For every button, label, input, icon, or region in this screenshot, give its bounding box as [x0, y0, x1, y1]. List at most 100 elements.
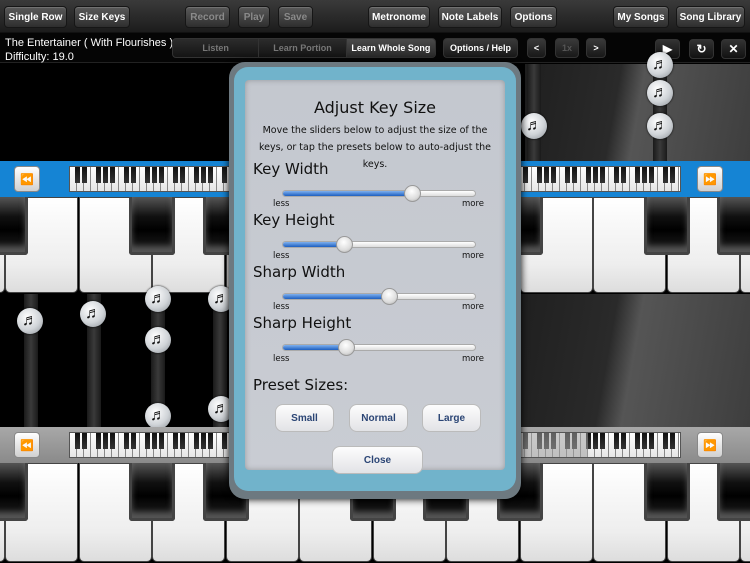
slider-min-label: less: [273, 199, 290, 209]
slider-max-label: more: [462, 251, 485, 261]
record-button[interactable]: Record: [185, 6, 230, 28]
sharp-width-slider[interactable]: [282, 288, 476, 305]
black-key[interactable]: [129, 463, 175, 521]
preset-normal-button[interactable]: Normal: [349, 404, 408, 432]
song-library-button[interactable]: Song Library: [676, 6, 745, 28]
options-button[interactable]: Options: [510, 6, 557, 28]
rewind-icon[interactable]: ⏪: [14, 166, 40, 192]
key-height-label: Key Height: [253, 211, 335, 229]
slider-max-label: more: [462, 354, 485, 364]
mini-black-key: [648, 167, 654, 183]
mini-black-key: [158, 433, 164, 449]
slider-fill: [283, 242, 345, 247]
tab-listen[interactable]: Listen: [173, 39, 260, 57]
preset-small-button[interactable]: Small: [275, 404, 334, 432]
mini-black-key: [634, 167, 640, 183]
tab-learn-portion[interactable]: Learn Portion: [259, 39, 347, 57]
mini-black-key: [102, 433, 108, 449]
mini-black-key: [200, 433, 206, 449]
song-title: The Entertainer ( With Flourishes ): [5, 37, 174, 49]
top-toolbar: Single Row Size Keys Record Play Save Me…: [0, 0, 750, 33]
sharp-height-label: Sharp Height: [253, 314, 352, 332]
mini-black-key: [592, 433, 598, 449]
speed-down-button[interactable]: <: [527, 38, 546, 58]
dialog-body: Adjust Key Size Move the sliders below t…: [245, 80, 505, 474]
mini-black-key: [172, 433, 178, 449]
mini-black-key: [662, 167, 668, 183]
mode-selector: Listen Learn Portion Learn Whole Song: [172, 38, 436, 58]
mini-black-key: [221, 433, 227, 449]
note-labels-button[interactable]: Note Labels: [438, 6, 502, 28]
mini-black-key: [641, 433, 647, 449]
slider-fill: [283, 191, 412, 196]
mini-black-key: [669, 433, 675, 449]
speed-up-button[interactable]: >: [586, 38, 606, 58]
slider-fill: [283, 345, 347, 350]
mini-black-key: [158, 167, 164, 183]
close-icon[interactable]: ✕: [721, 39, 746, 59]
note-icon: ♬: [647, 80, 673, 106]
slider-thumb[interactable]: [403, 185, 421, 202]
sharp-height-slider[interactable]: [282, 339, 476, 356]
mini-black-key: [193, 167, 199, 183]
mini-black-key: [200, 167, 206, 183]
note-icon: ♬: [145, 403, 171, 429]
slider-thumb[interactable]: [338, 339, 356, 356]
black-key[interactable]: [0, 197, 28, 255]
fast-forward-icon[interactable]: ⏩: [697, 432, 723, 458]
mini-black-key: [648, 433, 654, 449]
mini-black-key: [207, 433, 213, 449]
slider-thumb[interactable]: [336, 236, 354, 253]
mini-black-key: [95, 433, 101, 449]
mini-black-key: [102, 167, 108, 183]
background-glare: [525, 64, 750, 161]
note-icon: ♬: [17, 308, 43, 334]
mini-black-key: [193, 433, 199, 449]
key-height-slider[interactable]: [282, 236, 476, 253]
black-key[interactable]: [643, 463, 690, 521]
app-screen: Single Row Size Keys Record Play Save Me…: [0, 0, 750, 563]
sharp-width-label: Sharp Width: [253, 263, 346, 281]
mini-black-key: [634, 433, 640, 449]
mini-black-key: [207, 167, 213, 183]
save-button[interactable]: Save: [278, 6, 313, 28]
tab-learn-whole-song[interactable]: Learn Whole Song: [346, 39, 435, 57]
note-icon: ♬: [80, 301, 106, 327]
mini-black-key: [123, 167, 129, 183]
my-songs-button[interactable]: My Songs: [613, 6, 669, 28]
note-icon: ♬: [521, 113, 547, 139]
mini-black-key: [221, 167, 227, 183]
mini-black-key: [179, 433, 185, 449]
dialog-title: Adjust Key Size: [313, 98, 437, 117]
black-key[interactable]: [643, 197, 690, 255]
mini-black-key: [172, 167, 178, 183]
fast-forward-icon[interactable]: ⏩: [697, 166, 723, 192]
slider-fill: [283, 294, 389, 299]
metronome-button[interactable]: Metronome: [368, 6, 430, 28]
preset-large-button[interactable]: Large: [422, 404, 481, 432]
mini-black-key: [74, 167, 80, 183]
options-help-button[interactable]: Options / Help: [443, 38, 518, 58]
mini-black-key: [81, 167, 87, 183]
black-key[interactable]: [0, 463, 28, 521]
black-key[interactable]: [717, 197, 750, 255]
restart-icon[interactable]: ↻: [689, 39, 714, 59]
key-width-slider[interactable]: [282, 185, 476, 202]
dialog-frame: Adjust Key Size Move the sliders below t…: [234, 67, 516, 491]
preset-sizes-heading: Preset Sizes:: [253, 376, 349, 394]
mini-black-key: [662, 433, 668, 449]
close-button[interactable]: Close: [332, 446, 423, 474]
note-icon: ♬: [145, 286, 171, 312]
mini-black-key: [613, 433, 619, 449]
black-key[interactable]: [717, 463, 750, 521]
mini-black-key: [620, 167, 626, 183]
play-button[interactable]: Play: [238, 6, 270, 28]
slider-max-label: more: [462, 199, 485, 209]
black-key[interactable]: [129, 197, 175, 255]
size-keys-button[interactable]: Size Keys: [74, 6, 130, 28]
slider-thumb[interactable]: [380, 288, 398, 305]
mini-black-key: [571, 167, 577, 183]
single-row-button[interactable]: Single Row: [4, 6, 67, 28]
mini-black-key: [109, 433, 115, 449]
rewind-icon[interactable]: ⏪: [14, 432, 40, 458]
